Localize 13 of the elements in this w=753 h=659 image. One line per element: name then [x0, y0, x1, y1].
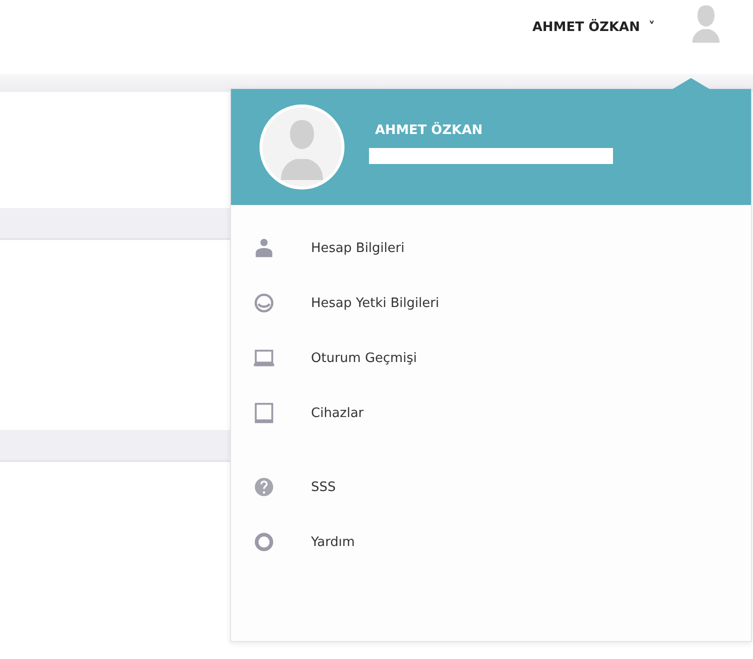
menu-item-link[interactable]: Hesap Bilgileri [311, 240, 404, 256]
menu-item-link[interactable]: SSS [311, 480, 336, 494]
avatar-icon [259, 104, 345, 190]
menu-item-link[interactable]: Oturum Geçmişi [311, 350, 417, 366]
help-icon [253, 476, 275, 498]
user-icon [253, 237, 275, 259]
menu-item-link[interactable]: Cihazlar [311, 406, 364, 420]
laptop-icon [253, 347, 275, 369]
tablet-icon [253, 402, 275, 424]
menu-item-link[interactable]: Hesap Yetki Bilgileri [311, 296, 440, 310]
profile-name: AHMET ÖZKAN [375, 122, 484, 138]
menu-item-link[interactable]: Yardım [311, 534, 355, 550]
user-menu-button[interactable]: AHMET ÖZKAN ˅ [532, 16, 655, 38]
